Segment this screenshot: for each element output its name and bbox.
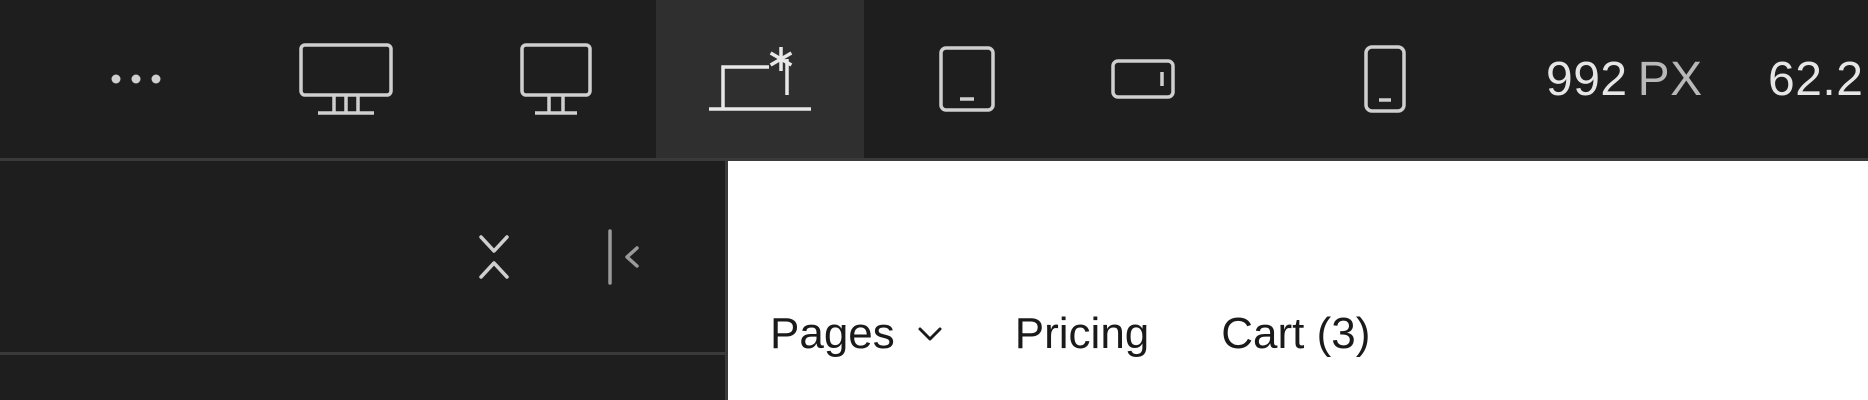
- panel-header: [0, 161, 725, 355]
- collapse-all-button[interactable]: [454, 217, 534, 297]
- tablet-icon: [939, 46, 995, 112]
- navigator-panel: [0, 161, 728, 400]
- desktop-large-icon: [299, 43, 393, 115]
- canvas-width-unit: PX: [1637, 53, 1703, 106]
- page-canvas: Pages Pricing Cart (3): [728, 161, 1868, 400]
- more-options-button[interactable]: [66, 0, 206, 158]
- collapse-sidebar-button[interactable]: [584, 217, 664, 297]
- canvas-width-value: 992: [1546, 53, 1628, 106]
- breakpoint-tablet-button[interactable]: [897, 0, 1037, 158]
- nav-pages-dropdown[interactable]: Pages: [770, 309, 943, 359]
- breakpoint-desktop-large-button[interactable]: [276, 0, 416, 158]
- laptop-base-breakpoint-icon: [709, 47, 811, 111]
- chevron-down-icon: [917, 326, 943, 342]
- breakpoint-laptop-base-button[interactable]: [656, 0, 864, 158]
- desktop-icon: [520, 43, 592, 115]
- breakpoint-mobile-portrait-button[interactable]: [1315, 0, 1455, 158]
- nav-cart-label: Cart (3): [1221, 309, 1371, 358]
- canvas-width-readout[interactable]: 992 PX: [1546, 52, 1703, 107]
- zoom-level-readout[interactable]: 62.2: [1768, 52, 1863, 107]
- nav-cart-link[interactable]: Cart (3): [1221, 309, 1370, 359]
- mobile-portrait-icon: [1364, 45, 1406, 113]
- nav-pages-label: Pages: [770, 309, 895, 358]
- nav-pricing-label: Pricing: [1014, 309, 1150, 358]
- site-navbar: Pages Pricing Cart (3): [770, 309, 1370, 359]
- breakpoint-mobile-landscape-button[interactable]: [1073, 0, 1213, 158]
- designer-window: 992 PX 62.2 Pages Pricing Cart (3): [0, 0, 1868, 400]
- nav-pricing-link[interactable]: Pricing: [1015, 309, 1150, 359]
- mobile-landscape-icon: [1111, 59, 1175, 99]
- breakpoint-toolbar: 992 PX 62.2: [0, 0, 1868, 161]
- breakpoint-desktop-button[interactable]: [486, 0, 626, 158]
- more-horizontal-icon: [111, 74, 161, 84]
- collapse-all-icon: [479, 235, 509, 279]
- collapse-sidebar-icon: [608, 229, 639, 285]
